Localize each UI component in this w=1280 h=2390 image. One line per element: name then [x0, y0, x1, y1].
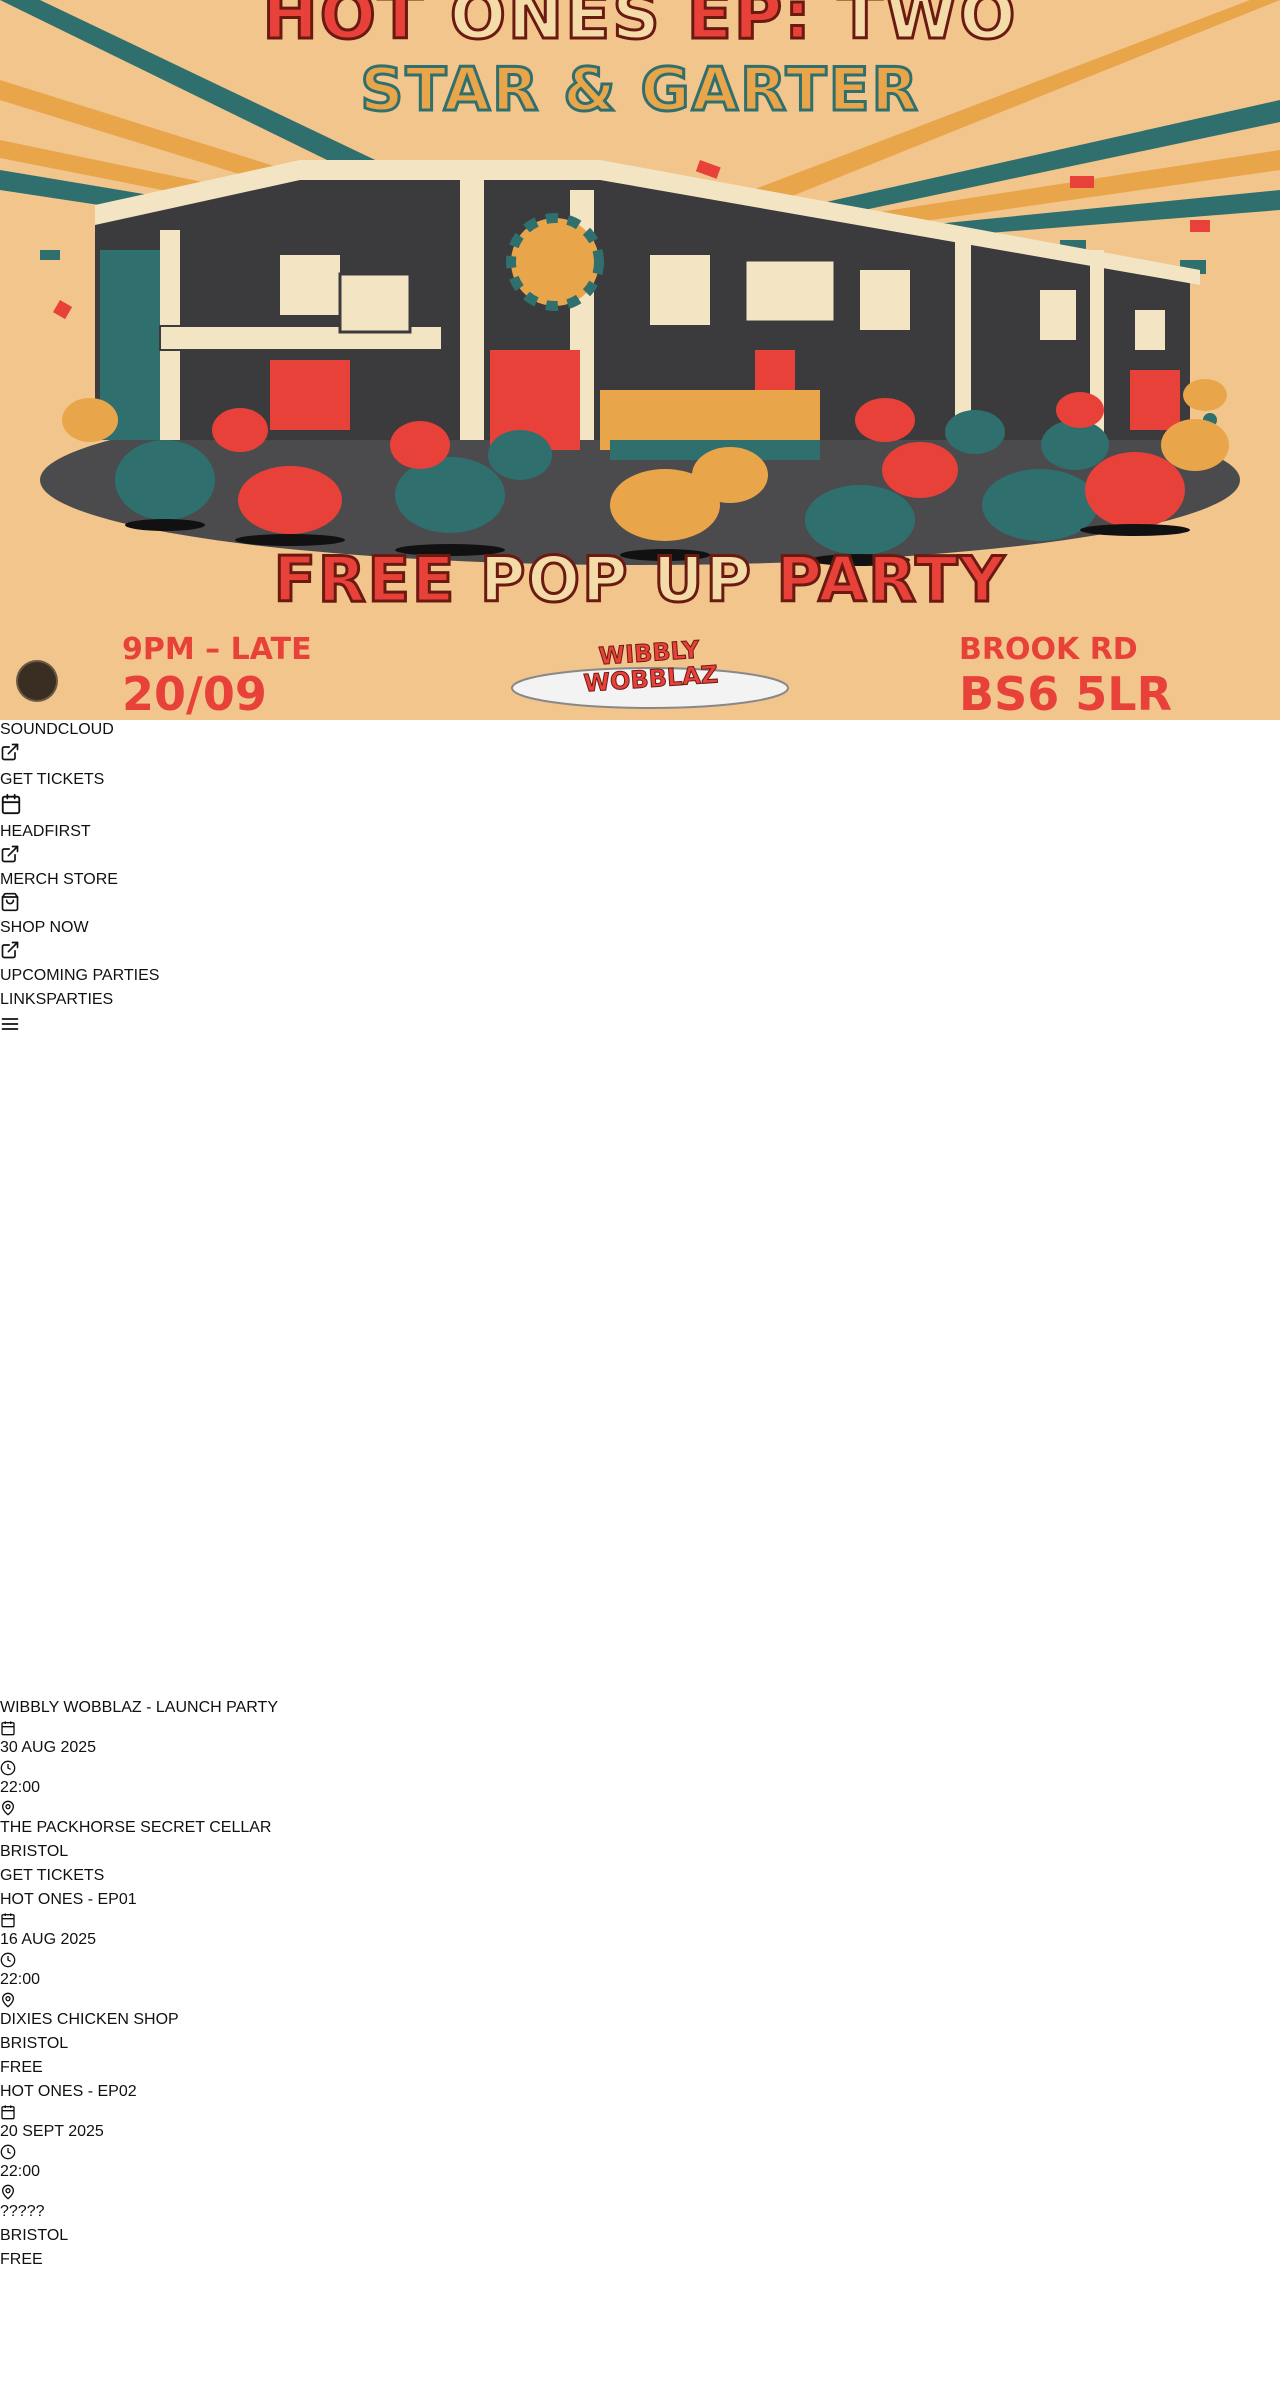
event-title: HOT ONES - EP01 — [0, 1891, 137, 1908]
event-time: 22:00 — [0, 1779, 41, 1796]
event-card[interactable]: HOT ONES - EP02 20 SEPT 2025 22:00 ?????… — [0, 2082, 1280, 2270]
clock-icon — [0, 2142, 1280, 2162]
event-city: BRISTOL — [0, 2227, 69, 2244]
event-date: 16 AUG 2025 — [0, 1931, 97, 1948]
events-list: WIBBLY WOBBLAZ - LAUNCH PARTY 30 AUG 202… — [0, 1698, 1280, 2270]
hamburger-menu-icon — [0, 1014, 20, 1034]
poster-time: 9PM – LATE — [122, 632, 312, 667]
bag-icon-row[interactable] — [0, 890, 1280, 914]
event-time: 22:00 — [0, 2163, 41, 2180]
map-pin-icon — [0, 1990, 1280, 2010]
nav-links-parties[interactable]: LINKSPARTIES — [0, 990, 1280, 1010]
event-title: HOT ONES - EP02 — [0, 2083, 137, 2100]
event-card[interactable]: HOT ONES - EP01 16 AUG 2025 22:00 DIXIES… — [0, 1890, 1280, 2078]
external-link-icon[interactable] — [0, 740, 1280, 764]
calendar-icon — [0, 1910, 1280, 1930]
soundcloud-link[interactable]: SOUNDCLOUD — [0, 720, 1280, 740]
get-tickets-link[interactable]: GET TICKETS — [0, 770, 1280, 790]
poster-date: 20/09 — [122, 667, 267, 720]
upcoming-parties-link[interactable]: UPCOMING PARTIES — [0, 966, 1280, 986]
poster-title: HOT ONES EP: TWO — [261, 0, 1018, 54]
external-link-icon-row[interactable] — [0, 842, 1280, 866]
event-venue: DIXIES CHICKEN SHOP — [0, 2011, 179, 2028]
poster-street: BROOK RD — [959, 632, 1138, 667]
shop-now-link[interactable]: SHOP NOW — [0, 918, 1280, 938]
event-price: FREE — [0, 2059, 43, 2076]
clock-icon — [0, 1950, 1280, 1970]
poster-address: BROOK RD BS6 5LR — [959, 632, 1172, 720]
event-title: WIBBLY WOBBLAZ - LAUNCH PARTY — [0, 1699, 278, 1716]
event-price: FREE — [0, 2251, 43, 2268]
calendar-icon — [0, 793, 22, 815]
event-date: 20 SEPT 2025 — [0, 2123, 104, 2140]
menu-button[interactable] — [0, 1010, 1280, 1038]
poster-postcode: BS6 5LR — [959, 667, 1172, 720]
calendar-icon — [0, 2102, 1280, 2122]
event-city: BRISTOL — [0, 2035, 69, 2052]
blank-space — [0, 1038, 1280, 1698]
poster-subtitle: STAR & GARTER — [359, 55, 920, 125]
poster-time-date: 9PM – LATE 20/09 — [122, 632, 312, 720]
external-link-icon — [0, 844, 20, 864]
event-date: 30 AUG 2025 — [0, 1739, 97, 1756]
calendar-icon — [0, 1718, 1280, 1738]
merch-store-link[interactable]: MERCH STORE — [0, 870, 1280, 890]
external-link-icon — [0, 742, 20, 762]
event-card[interactable]: WIBBLY WOBBLAZ - LAUNCH PARTY 30 AUG 202… — [0, 1698, 1280, 1886]
headfirst-link[interactable]: HEADFIRST — [0, 822, 1280, 842]
event-venue: THE PACKHORSE SECRET CELLAR — [0, 1819, 272, 1836]
calendar-icon-row[interactable] — [0, 790, 1280, 818]
external-link-icon — [0, 940, 20, 960]
shopping-bag-icon — [0, 892, 20, 912]
event-time: 22:00 — [0, 1971, 41, 1988]
clock-icon — [0, 1758, 1280, 1778]
hero-poster: HOT ONES EP: TWO STAR & GARTER FREE POP … — [0, 0, 1280, 720]
external-link-icon-row-2[interactable] — [0, 938, 1280, 962]
event-get-tickets-button[interactable]: GET TICKETS — [0, 1866, 1280, 1886]
map-pin-icon — [0, 2182, 1280, 2202]
links-list: SOUNDCLOUD GET TICKETS HEADFIRST MERCH S… — [0, 720, 1280, 1038]
audio-toggle-button[interactable] — [18, 662, 56, 700]
map-pin-icon — [0, 1798, 1280, 1818]
event-venue: ????? — [0, 2203, 45, 2220]
poster-tagline: FREE POP UP PARTY — [272, 543, 1007, 616]
event-city: BRISTOL — [0, 1843, 69, 1860]
